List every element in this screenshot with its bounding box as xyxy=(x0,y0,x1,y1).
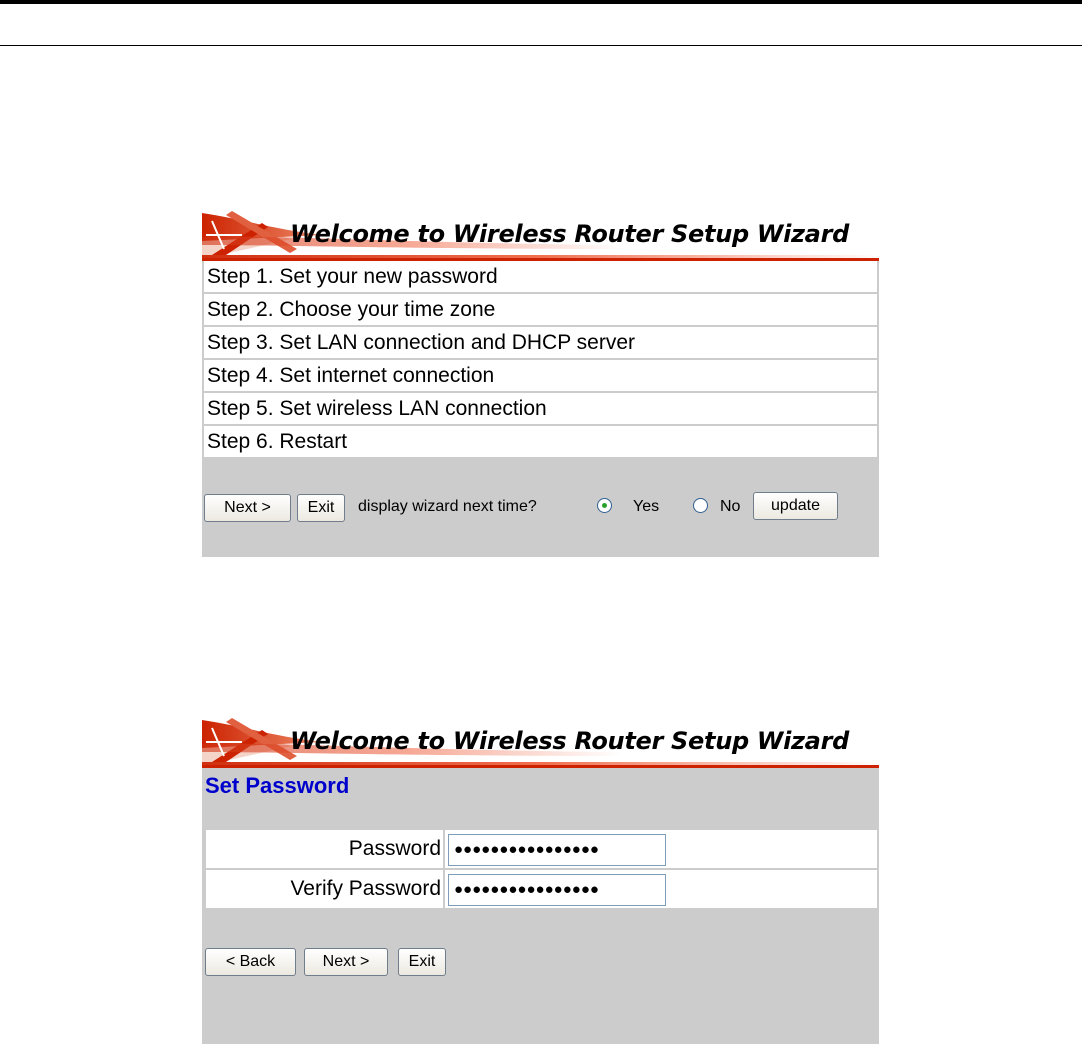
verify-password-label: Verify Password xyxy=(206,870,443,908)
yes-radio[interactable] xyxy=(597,498,612,513)
list-item: Step 6. Restart xyxy=(204,426,877,457)
password-label: Password xyxy=(206,830,443,868)
next-button[interactable]: Next > xyxy=(204,494,291,522)
form-row: Password ●●●●●●●●●●●●●●●● xyxy=(206,830,877,868)
list-item: Step 2. Choose your time zone xyxy=(204,294,877,325)
header-rule xyxy=(0,45,1082,46)
wizard-step-list: Step 1. Set your new password Step 2. Ch… xyxy=(202,261,879,457)
set-password-panel: Welcome to Wireless Router Setup Wizard … xyxy=(202,716,879,1044)
yes-label: Yes xyxy=(633,498,660,515)
exit-button[interactable]: Exit xyxy=(398,948,446,976)
wizard-welcome-panel: Welcome to Wireless Router Setup Wizard … xyxy=(202,209,879,557)
password-form: Password ●●●●●●●●●●●●●●●● Verify Passwor… xyxy=(206,830,877,910)
update-button[interactable]: update xyxy=(753,492,838,520)
banner-title: Welcome to Wireless Router Setup Wizard xyxy=(290,220,849,248)
top-rule xyxy=(0,0,1082,4)
welcome-controls: Next > Exit display wizard next time? Ye… xyxy=(202,492,879,524)
list-item: Step 3. Set LAN connection and DHCP serv… xyxy=(204,327,877,358)
verify-password-field[interactable]: ●●●●●●●●●●●●●●●● xyxy=(448,874,666,906)
display-wizard-question: display wizard next time? xyxy=(358,498,537,515)
no-radio[interactable] xyxy=(693,498,708,513)
wizard-banner: Welcome to Wireless Router Setup Wizard xyxy=(202,209,879,261)
section-title: Set Password xyxy=(205,773,350,798)
banner-title: Welcome to Wireless Router Setup Wizard xyxy=(290,727,849,755)
next-button[interactable]: Next > xyxy=(304,948,388,976)
exit-button[interactable]: Exit xyxy=(297,494,345,522)
list-item: Step 4. Set internet connection xyxy=(204,360,877,391)
form-row: Verify Password ●●●●●●●●●●●●●●●● xyxy=(206,870,877,908)
no-label: No xyxy=(720,498,741,515)
list-item: Step 1. Set your new password xyxy=(204,261,877,292)
radio-selected-icon xyxy=(602,503,607,508)
form-cell: ●●●●●●●●●●●●●●●● xyxy=(445,870,877,908)
list-item: Step 5. Set wireless LAN connection xyxy=(204,393,877,424)
back-button[interactable]: < Back xyxy=(205,948,296,976)
password-field[interactable]: ●●●●●●●●●●●●●●●● xyxy=(448,834,666,866)
form-cell: ●●●●●●●●●●●●●●●● xyxy=(445,830,877,868)
wizard-banner: Welcome to Wireless Router Setup Wizard xyxy=(202,716,879,768)
